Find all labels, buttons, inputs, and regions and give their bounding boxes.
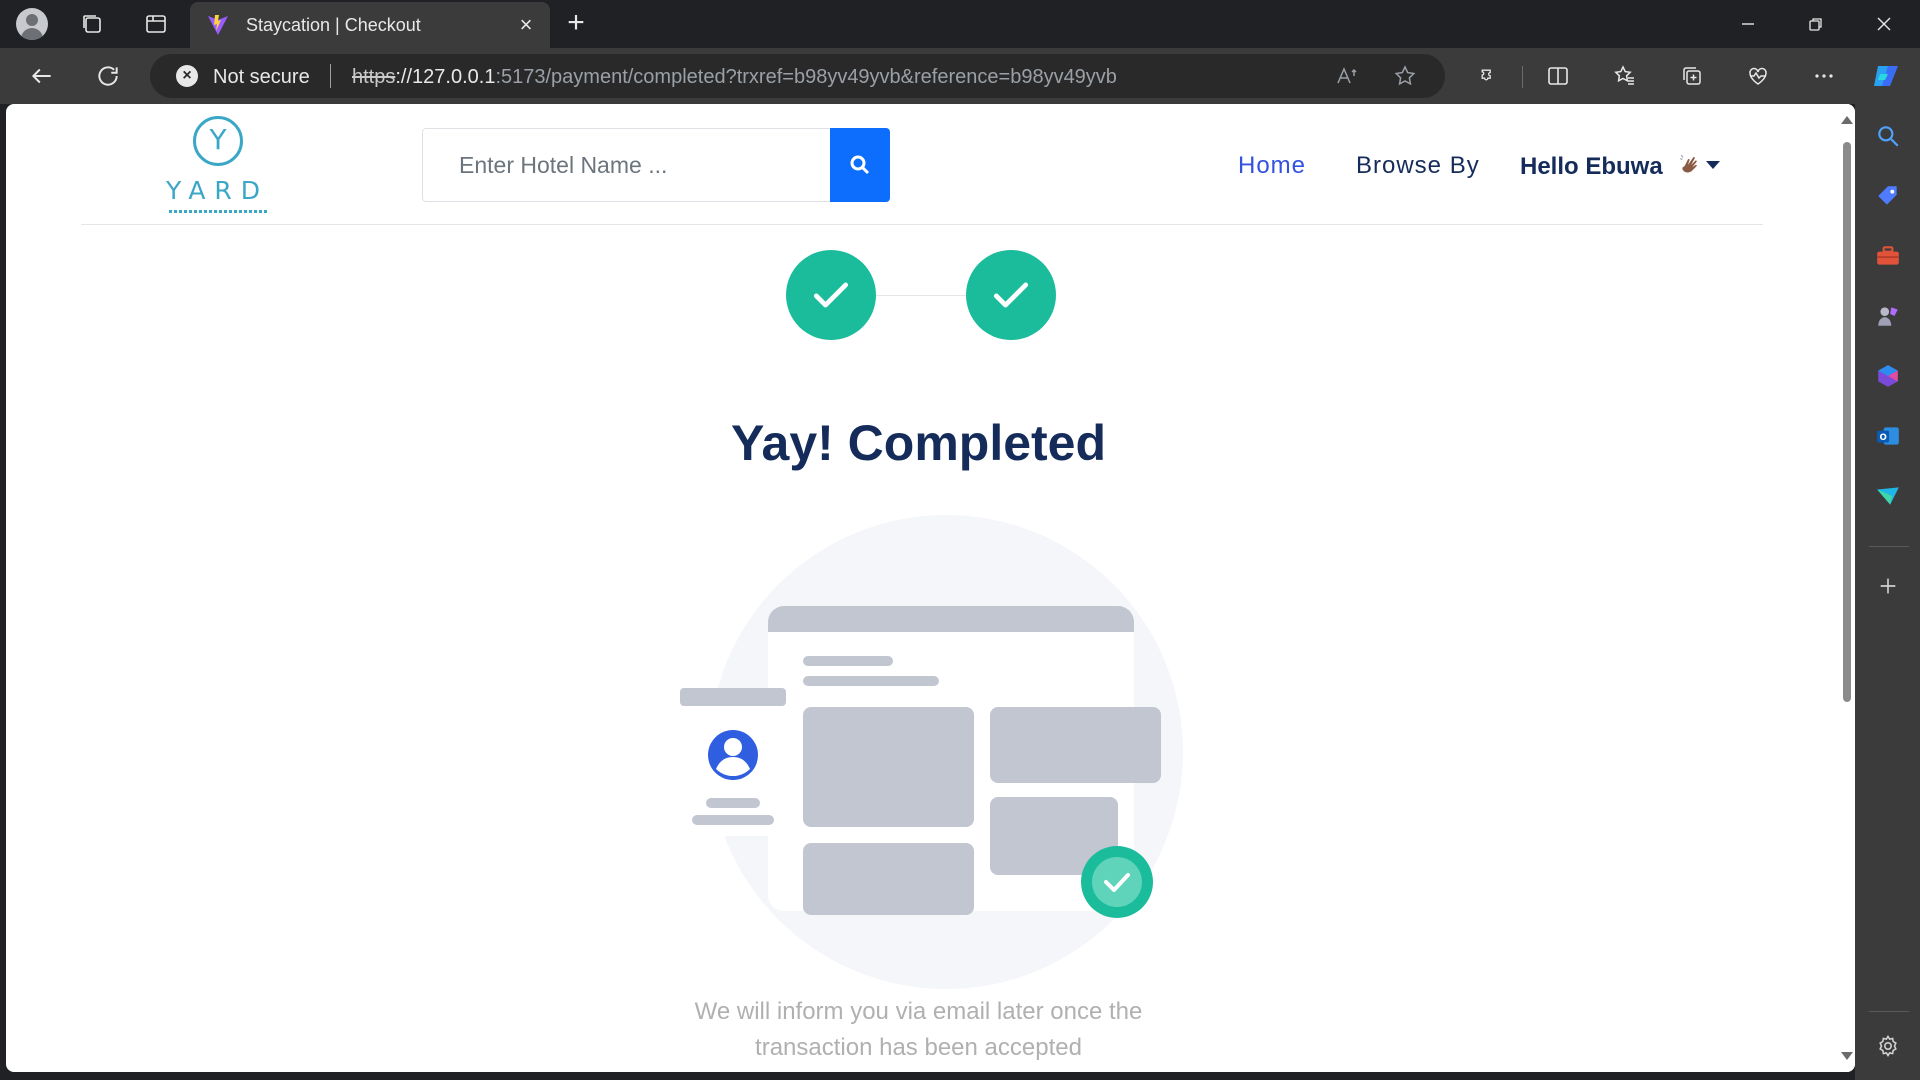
step-connector bbox=[876, 295, 966, 296]
extensions-icon[interactable] bbox=[1472, 60, 1504, 92]
browser-toolbar: × Not secure https://127.0.0.1:5173/paym… bbox=[0, 48, 1920, 104]
drop-icon[interactable] bbox=[1873, 481, 1903, 511]
check-icon bbox=[993, 282, 1029, 308]
address-divider bbox=[330, 64, 331, 88]
user-greeting: Hello Ebuwa bbox=[1520, 153, 1663, 180]
new-tab-icon[interactable]: + bbox=[560, 8, 592, 40]
restore-icon[interactable] bbox=[1784, 0, 1848, 48]
profile-icon[interactable] bbox=[16, 8, 48, 40]
side-panel-divider bbox=[1869, 546, 1909, 547]
url-text[interactable]: https://127.0.0.1:5173/payment/completed… bbox=[352, 66, 1117, 89]
back-arrow-icon[interactable] bbox=[26, 60, 58, 92]
completed-illustration bbox=[680, 515, 1183, 989]
url-scheme: https bbox=[352, 66, 396, 88]
success-badge-graphic bbox=[1081, 846, 1153, 918]
chevron-down-icon[interactable] bbox=[1706, 161, 1720, 169]
more-icon[interactable] bbox=[1808, 60, 1840, 92]
profile-card-graphic bbox=[680, 688, 786, 836]
add-icon[interactable] bbox=[1873, 571, 1903, 601]
search-icon[interactable] bbox=[1873, 121, 1903, 151]
copilot-icon[interactable] bbox=[1870, 60, 1902, 92]
outlook-icon[interactable]: O bbox=[1873, 421, 1903, 451]
svg-text:O: O bbox=[1879, 433, 1886, 443]
scroll-down-icon[interactable] bbox=[1841, 1052, 1853, 1060]
scroll-up-icon[interactable] bbox=[1841, 116, 1853, 124]
settings-icon[interactable] bbox=[1873, 1031, 1903, 1061]
microsoft-365-icon[interactable] bbox=[1873, 361, 1903, 391]
vertical-scrollbar[interactable] bbox=[1837, 104, 1855, 1072]
check-icon bbox=[813, 282, 849, 308]
header-divider bbox=[81, 224, 1763, 225]
yard-logo[interactable]: Y YARD bbox=[161, 114, 271, 219]
logo-tagline bbox=[169, 210, 269, 213]
page-viewport: Y YARD Home Browse By Hello Ebuwa Yay! C… bbox=[6, 104, 1855, 1072]
close-window-icon[interactable] bbox=[1852, 0, 1916, 48]
address-bar[interactable]: × Not secure https://127.0.0.1:5173/paym… bbox=[150, 54, 1445, 98]
workspaces-icon[interactable] bbox=[76, 8, 108, 40]
logo-wordmark: YARD bbox=[166, 176, 270, 205]
favorites-icon[interactable] bbox=[1609, 60, 1641, 92]
url-host: ://127.0.0.1 bbox=[395, 66, 496, 88]
browser-tab-bar: Staycation | Checkout × + bbox=[0, 0, 1920, 48]
nav-home-link[interactable]: Home bbox=[1238, 152, 1306, 180]
heart-pulse-icon[interactable] bbox=[1742, 60, 1774, 92]
toolbox-icon[interactable] bbox=[1873, 241, 1903, 271]
message-line-2: transaction has been accepted bbox=[755, 1034, 1082, 1061]
vite-favicon-icon bbox=[208, 15, 228, 35]
split-screen-icon[interactable] bbox=[1542, 60, 1574, 92]
tab-actions-icon[interactable] bbox=[140, 8, 172, 40]
url-path: :5173/payment/completed?trxref=b98yv49yv… bbox=[495, 66, 1117, 88]
close-tab-icon[interactable]: × bbox=[514, 13, 538, 37]
scrollbar-thumb[interactable] bbox=[1843, 142, 1851, 702]
tab-title: Staycation | Checkout bbox=[246, 15, 421, 35]
active-tab[interactable]: Staycation | Checkout × bbox=[190, 2, 550, 48]
step-1-complete bbox=[786, 250, 876, 340]
toolbar-divider bbox=[1522, 66, 1523, 88]
games-icon[interactable] bbox=[1873, 301, 1903, 331]
user-menu-toggle[interactable]: Hello Ebuwa bbox=[1520, 152, 1703, 181]
side-panel-divider-bottom bbox=[1869, 1011, 1909, 1012]
waving-hand-icon bbox=[1680, 154, 1698, 173]
message-line-1: We will inform you via email later once … bbox=[694, 998, 1143, 1025]
page-title: Yay! Completed bbox=[730, 415, 1107, 471]
refresh-icon[interactable] bbox=[92, 60, 124, 92]
hotel-search-form bbox=[422, 128, 890, 202]
side-panel: O bbox=[1855, 104, 1920, 1080]
collections-icon[interactable] bbox=[1676, 60, 1708, 92]
shopping-tag-icon[interactable] bbox=[1873, 181, 1903, 211]
search-icon bbox=[850, 155, 870, 175]
security-label[interactable]: Not secure bbox=[213, 66, 310, 89]
star-icon[interactable] bbox=[1391, 62, 1419, 90]
nav-browse-by-link[interactable]: Browse By bbox=[1356, 152, 1480, 180]
not-secure-icon[interactable]: × bbox=[176, 65, 198, 87]
minimize-icon[interactable] bbox=[1716, 0, 1780, 48]
confirmation-message: We will inform you via email later once … bbox=[6, 994, 1831, 1066]
read-aloud-icon[interactable] bbox=[1333, 62, 1361, 90]
search-button[interactable] bbox=[830, 128, 890, 202]
step-2-complete bbox=[966, 250, 1056, 340]
logo-letter: Y bbox=[209, 123, 227, 156]
hotel-search-input[interactable] bbox=[424, 130, 822, 200]
